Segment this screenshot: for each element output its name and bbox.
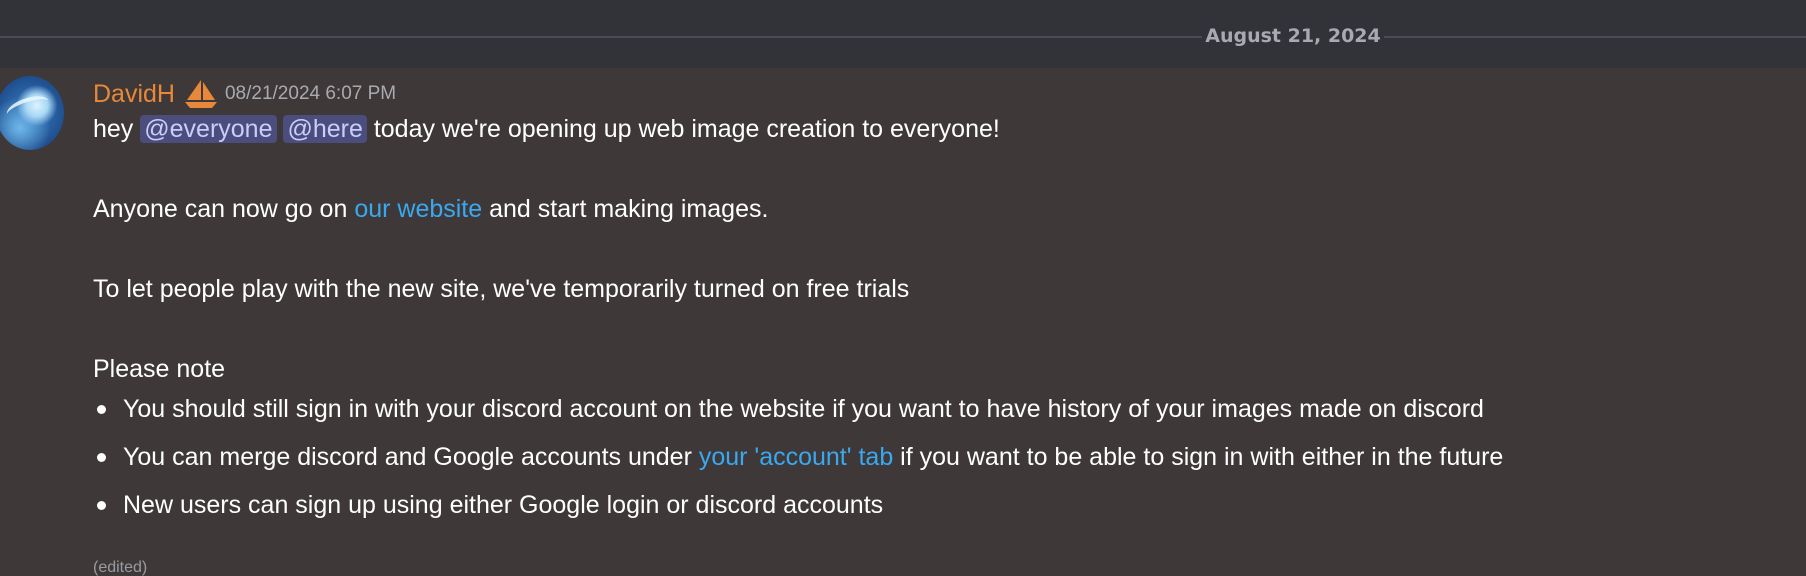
- mention-here[interactable]: @here: [283, 115, 367, 143]
- message-content: hey @everyone @here today we're opening …: [93, 113, 1793, 529]
- channel-header-band: [0, 0, 1806, 68]
- date-divider: August 21, 2024: [0, 25, 1806, 47]
- date-divider-label: August 21, 2024: [1205, 25, 1381, 47]
- message-header: DavidH 08/21/2024 6:07 PM: [93, 76, 1793, 112]
- text: Anyone can now go on: [93, 195, 355, 223]
- avatar[interactable]: [0, 76, 64, 150]
- note-heading: Please note: [93, 355, 226, 383]
- username[interactable]: DavidH: [93, 78, 175, 110]
- text: and start making images.: [482, 195, 769, 223]
- sailboat-icon: [183, 78, 219, 110]
- text: if you want to be able to sign in with e…: [893, 443, 1504, 471]
- text: hey: [93, 115, 141, 143]
- mention-everyone[interactable]: @everyone: [140, 115, 277, 143]
- text: New users can sign up using either Googl…: [123, 491, 884, 519]
- text: You can merge discord and Google account…: [123, 443, 699, 471]
- divider-line: [0, 36, 1202, 38]
- account-tab-link[interactable]: your 'account' tab: [699, 443, 893, 471]
- message-line: To let people play with the new site, we…: [93, 275, 910, 303]
- list-item: New users can sign up using either Googl…: [93, 481, 1793, 529]
- message-timestamp: 08/21/2024 6:07 PM: [224, 83, 397, 104]
- website-link[interactable]: our website: [354, 195, 482, 223]
- bullet-list: You should still sign in with your disco…: [93, 385, 1793, 529]
- edited-indicator: (edited): [93, 559, 148, 576]
- text: today we're opening up web image creatio…: [366, 115, 1000, 143]
- list-item: You should still sign in with your disco…: [93, 385, 1793, 433]
- list-item: You can merge discord and Google account…: [93, 433, 1793, 481]
- message-line: Anyone can now go on our website and sta…: [93, 193, 1793, 225]
- divider-line: [1384, 36, 1806, 38]
- text: You should still sign in with your disco…: [123, 395, 1484, 423]
- chat-message: DavidH 08/21/2024 6:07 PM hey @everyone …: [93, 76, 1793, 529]
- avatar-swirl-decoration: [3, 91, 53, 125]
- message-line: hey @everyone @here today we're opening …: [93, 113, 1793, 145]
